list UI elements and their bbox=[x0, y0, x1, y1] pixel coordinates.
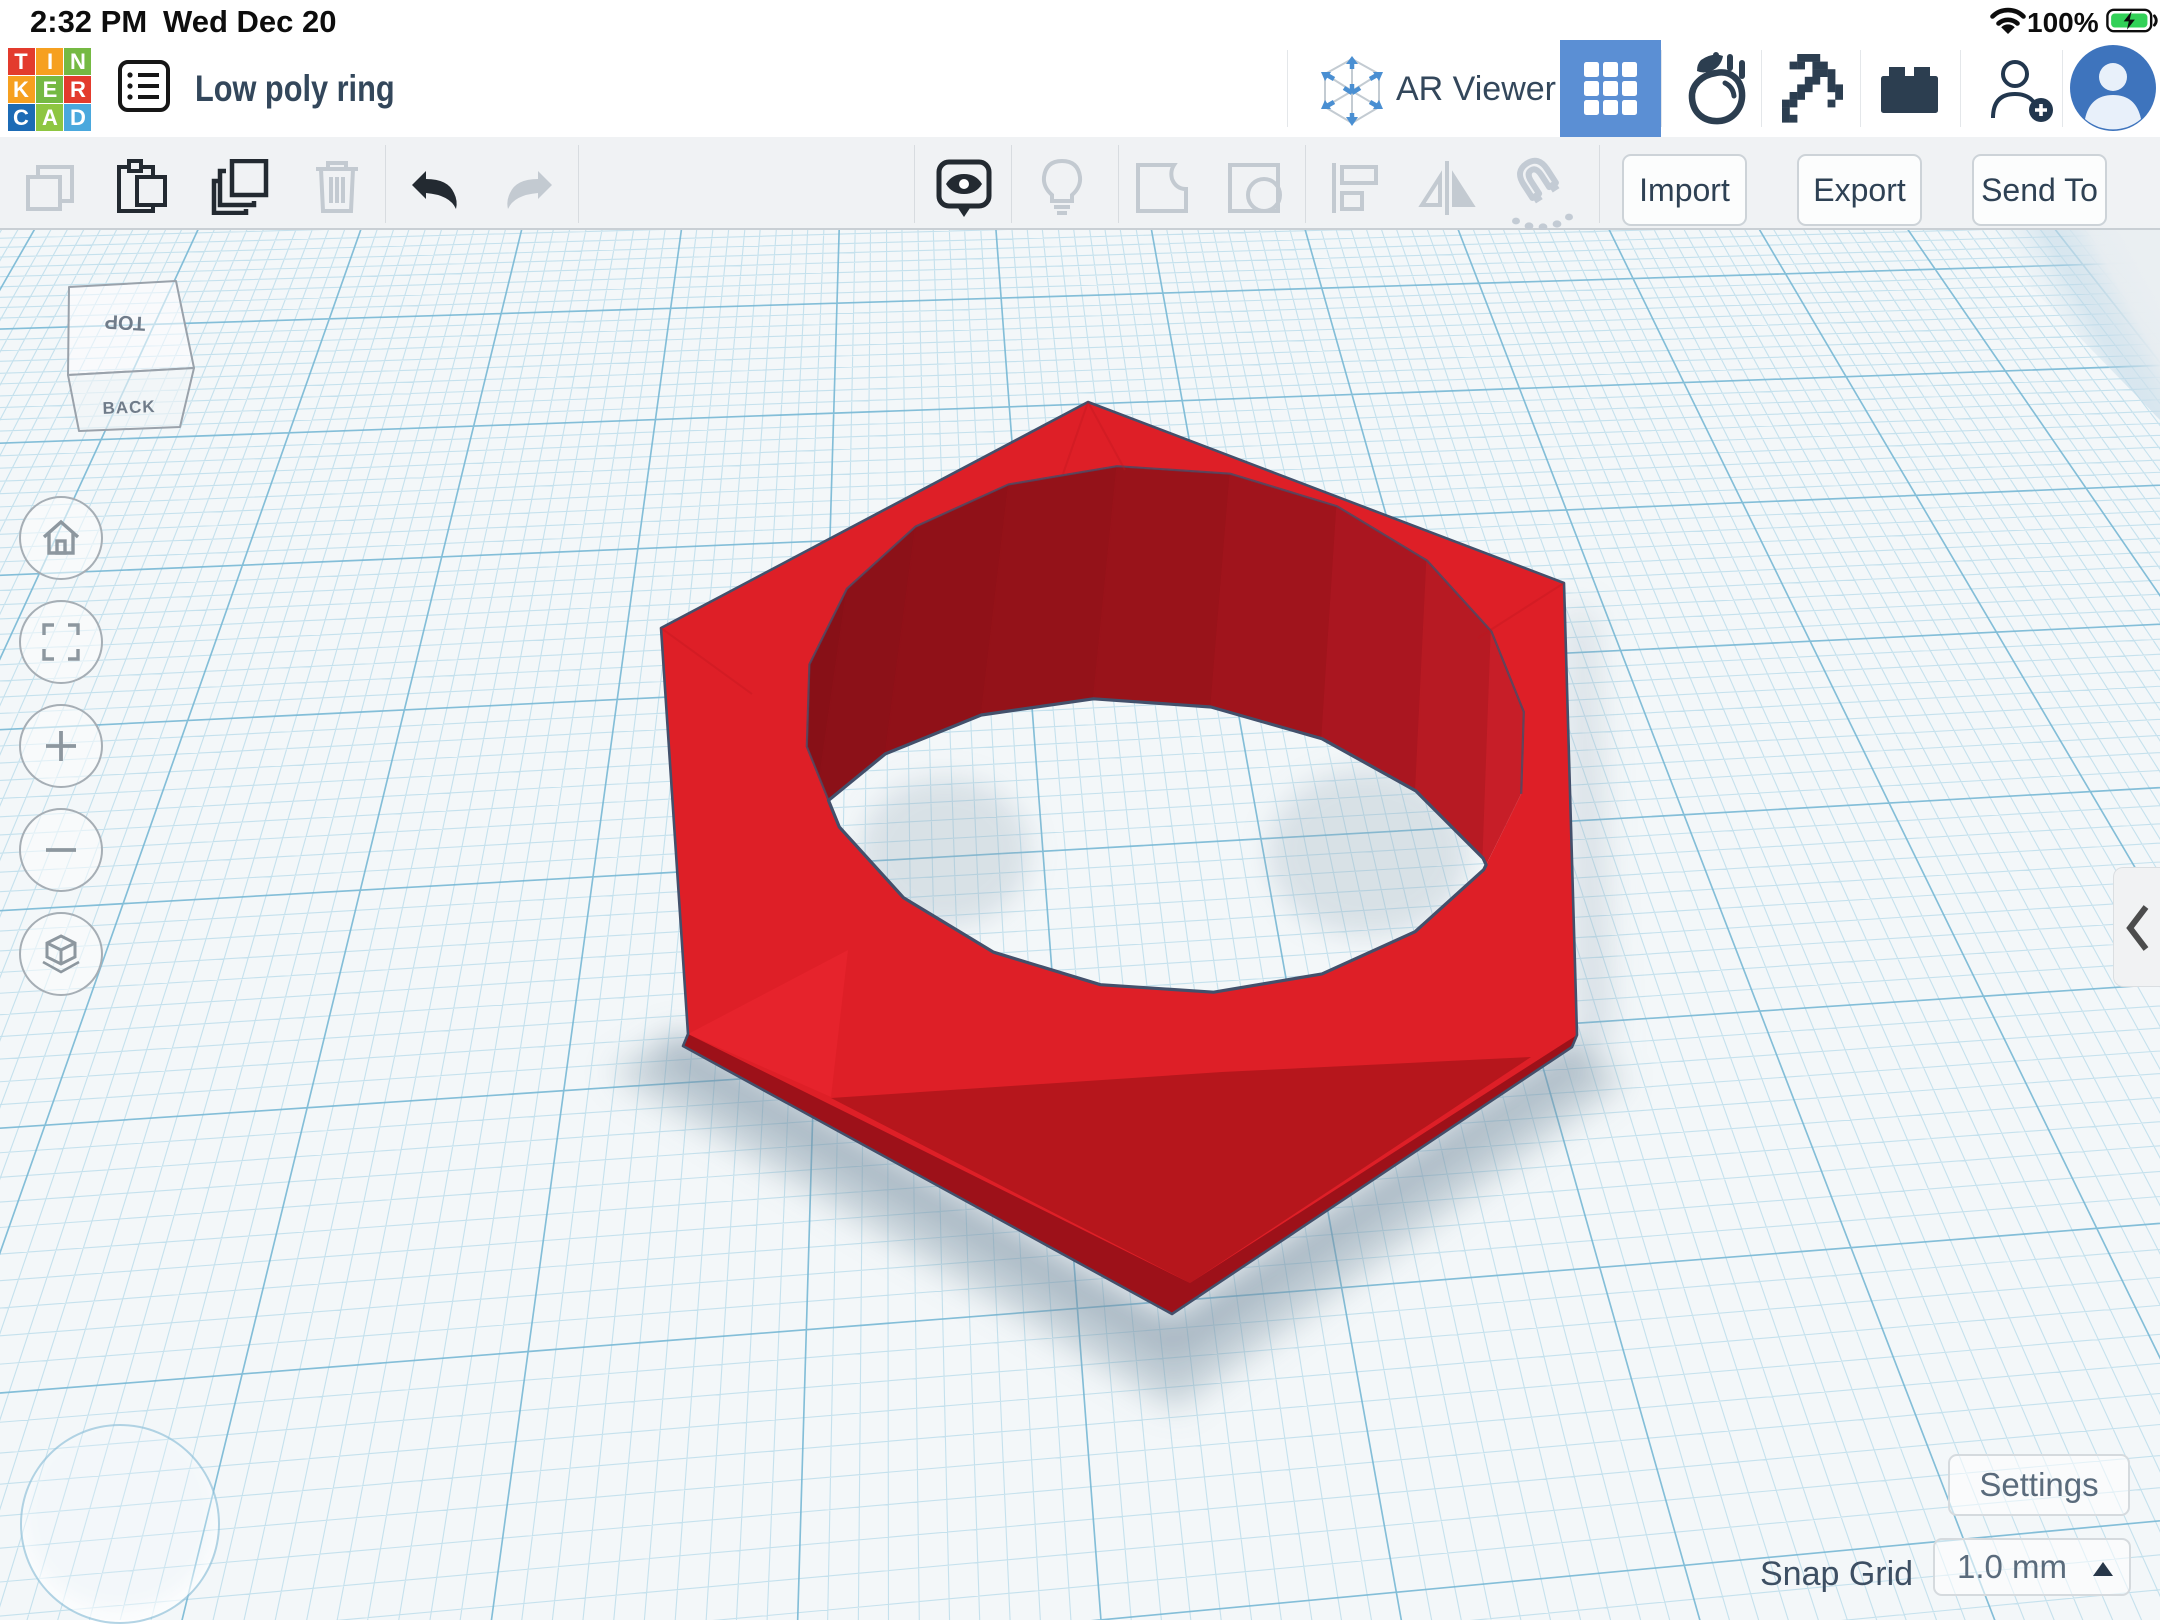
svg-text:A: A bbox=[42, 105, 58, 130]
svg-text:D: D bbox=[70, 105, 86, 130]
svg-text:T: T bbox=[14, 49, 28, 74]
svg-text:TOP: TOP bbox=[104, 310, 146, 334]
svg-text:R: R bbox=[70, 77, 86, 102]
svg-text:N: N bbox=[70, 49, 86, 74]
svg-text:C: C bbox=[13, 105, 29, 130]
svg-text:BACK: BACK bbox=[102, 397, 156, 418]
svg-text:K: K bbox=[13, 77, 29, 102]
svg-text:I: I bbox=[47, 49, 53, 74]
svg-text:E: E bbox=[43, 77, 58, 102]
